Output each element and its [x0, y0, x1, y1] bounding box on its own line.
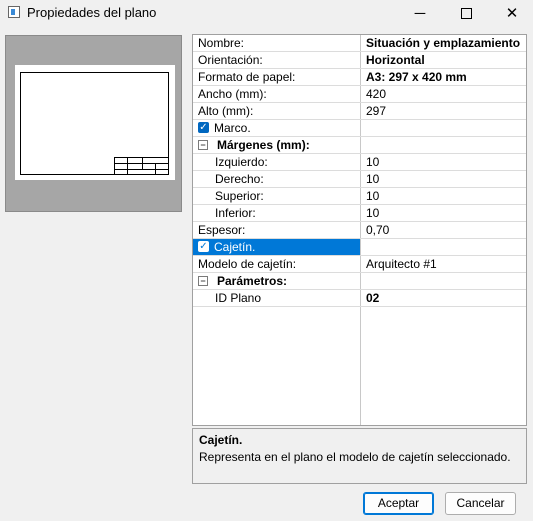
- title-block: [114, 157, 169, 175]
- title-bar: Propiedades del plano ─ ✕: [0, 0, 533, 27]
- izquierdo-label: Izquierdo:: [215, 155, 268, 169]
- row-superior[interactable]: Superior: 10: [193, 188, 526, 205]
- collapse-icon[interactable]: −: [198, 139, 208, 150]
- cajetin-name[interactable]: ✓ Cajetín.: [193, 239, 360, 255]
- row-ancho[interactable]: Ancho (mm): 420: [193, 86, 526, 103]
- formato-value[interactable]: A3: 297 x 420 mm: [361, 69, 526, 85]
- superior-value[interactable]: 10: [361, 188, 526, 204]
- row-izquierdo[interactable]: Izquierdo: 10: [193, 154, 526, 171]
- inferior-label: Inferior:: [215, 206, 256, 220]
- cajetin-label: Cajetín.: [214, 240, 256, 254]
- row-parametros-category[interactable]: − Parámetros:: [193, 273, 526, 290]
- derecho-label: Derecho:: [215, 172, 264, 186]
- marco-label: Marco.: [214, 121, 251, 135]
- formato-label: Formato de papel:: [198, 70, 296, 84]
- row-modelo[interactable]: Modelo de cajetín: Arquitecto #1: [193, 256, 526, 273]
- marco-name[interactable]: ✓ Marco.: [193, 120, 360, 136]
- margenes-value: [361, 137, 526, 153]
- margenes-category[interactable]: − Márgenes (mm):: [193, 137, 360, 153]
- accept-button[interactable]: Aceptar: [363, 492, 434, 515]
- orientacion-value[interactable]: Horizontal: [361, 52, 526, 68]
- row-nombre[interactable]: Nombre: Situación y emplazamiento: [193, 35, 526, 52]
- sheet-preview: [5, 35, 182, 212]
- izquierdo-value[interactable]: 10: [361, 154, 526, 170]
- inferior-value[interactable]: 10: [361, 205, 526, 221]
- minimize-button: ─: [414, 5, 426, 22]
- description-title: Cajetín.: [199, 433, 243, 447]
- alto-value[interactable]: 297: [361, 103, 526, 119]
- nombre-value[interactable]: Situación y emplazamiento: [361, 35, 526, 51]
- collapse-icon[interactable]: −: [198, 275, 208, 286]
- parametros-category[interactable]: − Parámetros:: [193, 273, 360, 289]
- row-inferior[interactable]: Inferior: 10: [193, 205, 526, 222]
- id-plano-label: ID Plano: [215, 291, 262, 305]
- cajetin-value: [361, 239, 526, 255]
- superior-label: Superior:: [215, 189, 264, 203]
- row-derecho[interactable]: Derecho: 10: [193, 171, 526, 188]
- cajetin-checkbox[interactable]: ✓: [198, 241, 209, 253]
- alto-label: Alto (mm):: [198, 104, 254, 118]
- close-icon: ✕: [505, 5, 519, 22]
- row-espesor[interactable]: Espesor: 0,70: [193, 222, 526, 239]
- row-formato[interactable]: Formato de papel: A3: 297 x 420 mm: [193, 69, 526, 86]
- window-title: Propiedades del plano: [27, 5, 157, 20]
- orientacion-label: Orientación:: [198, 53, 263, 67]
- espesor-value[interactable]: 0,70: [361, 222, 526, 238]
- maximize-icon: [460, 7, 472, 19]
- maximize-button[interactable]: [443, 0, 489, 27]
- row-orientacion[interactable]: Orientación: Horizontal: [193, 52, 526, 69]
- ancho-label: Ancho (mm):: [198, 87, 267, 101]
- description-text: Representa en el plano el modelo de caje…: [199, 450, 511, 464]
- row-marco[interactable]: ✓ Marco.: [193, 120, 526, 137]
- ancho-value[interactable]: 420: [361, 86, 526, 102]
- parametros-label: Parámetros:: [217, 274, 288, 288]
- sheet-frame: [20, 72, 169, 175]
- row-cajetin[interactable]: ✓ Cajetín.: [193, 239, 526, 256]
- modelo-value[interactable]: Arquitecto #1: [361, 256, 526, 272]
- description-panel: Cajetín. Representa en el plano el model…: [192, 428, 527, 484]
- modelo-label: Modelo de cajetín:: [198, 257, 297, 271]
- marco-checkbox[interactable]: ✓: [198, 122, 209, 134]
- row-alto[interactable]: Alto (mm): 297: [193, 103, 526, 120]
- close-button[interactable]: ✕: [489, 0, 533, 27]
- row-margenes-category[interactable]: − Márgenes (mm):: [193, 137, 526, 154]
- cancel-button[interactable]: Cancelar: [445, 492, 516, 515]
- derecho-value[interactable]: 10: [361, 171, 526, 187]
- espesor-label: Espesor:: [198, 223, 246, 237]
- property-grid: Nombre: Situación y emplazamiento Orient…: [192, 34, 527, 426]
- paper-sheet: [15, 65, 175, 180]
- row-id-plano[interactable]: ID Plano 02: [193, 290, 526, 307]
- margenes-label: Márgenes (mm):: [217, 138, 310, 152]
- marco-value: [361, 120, 526, 136]
- nombre-label: Nombre:: [198, 36, 245, 50]
- app-icon: [8, 6, 20, 18]
- id-plano-value[interactable]: 02: [361, 290, 526, 306]
- parametros-value: [361, 273, 526, 289]
